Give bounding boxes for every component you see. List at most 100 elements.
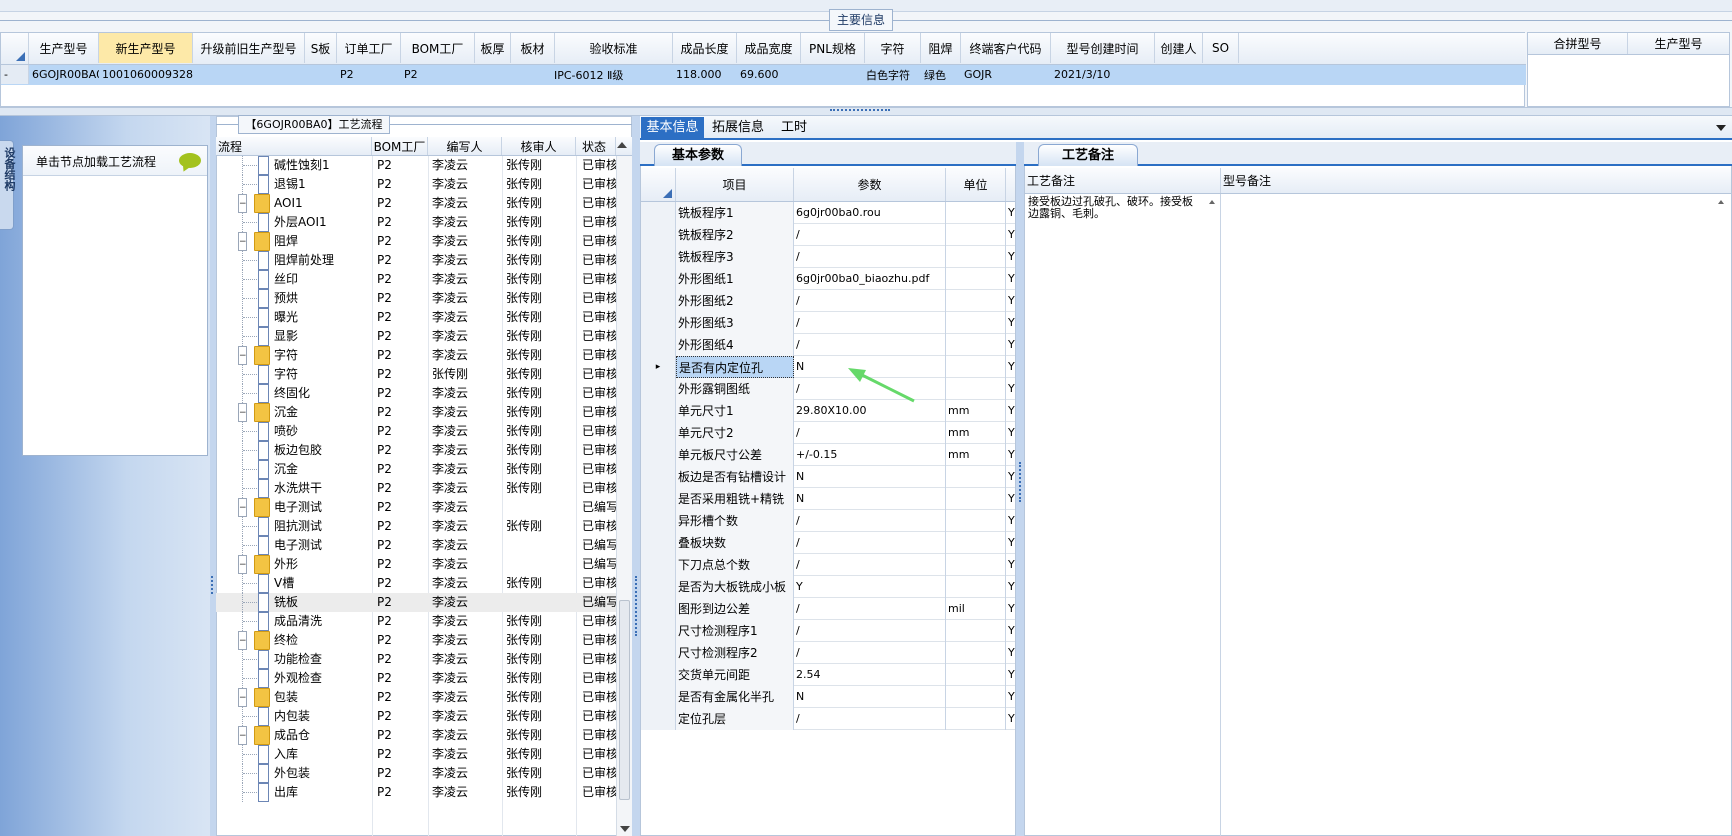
col-header[interactable]: 生产型号	[1628, 33, 1729, 54]
param-value-cell[interactable]: /	[794, 246, 946, 268]
cell[interactable]: 2021/3/10	[1051, 65, 1155, 84]
param-row[interactable]: 单元尺寸1 29.80X10.00 mm Y	[641, 400, 1015, 422]
param-value-cell[interactable]: 6g0jr00ba0_biaozhu.pdf	[794, 268, 946, 290]
tab-basic-info[interactable]: 基本信息	[641, 117, 704, 139]
tree-row[interactable]: 出库 P2 李凌云 张传刚 已审核	[216, 783, 616, 802]
tree-row[interactable]: 电子测试 P2 李凌云 已编写	[216, 536, 616, 555]
tree-row[interactable]: 丝印 P2 李凌云 张传刚 已审核	[216, 270, 616, 289]
node-card-header[interactable]: 单击节点加载工艺流程	[23, 146, 207, 176]
param-value-cell[interactable]: /	[794, 224, 946, 246]
tree-row[interactable]: 板边包胶 P2 李凌云 张传刚 已审核	[216, 441, 616, 460]
tree-row[interactable]: 外包装 P2 李凌云 张传刚 已审核	[216, 764, 616, 783]
param-row[interactable]: 尺寸检测程序1/ Y	[641, 620, 1015, 642]
tab-extended-info[interactable]: 拓展信息	[706, 117, 770, 139]
col-header[interactable]: 生产型号	[29, 33, 99, 63]
tree-row[interactable]: 显影 P2 李凌云 张传刚 已审核	[216, 327, 616, 346]
col-header[interactable]: 终端客户代码	[961, 33, 1051, 63]
param-value-cell[interactable]: N	[794, 488, 946, 510]
model-note-textarea[interactable]	[1222, 194, 1731, 836]
cell[interactable]: IPC-6012 Ⅱ级	[551, 65, 673, 84]
tree-row[interactable]: 功能检查 P2 李凌云 张传刚 已审核	[216, 650, 616, 669]
param-row[interactable]: 板边是否有钻槽设计 N Y	[641, 466, 1015, 488]
col-header[interactable]: 合拼型号	[1528, 33, 1628, 54]
tab-dropdown-icon[interactable]	[1716, 125, 1726, 131]
param-row[interactable]: 下刀点总个数 / Y	[641, 554, 1015, 576]
left-vertical-tab[interactable]: 设备结构	[0, 140, 16, 230]
tree-row[interactable]: 铣板 P2 李凌云 已编写	[216, 593, 616, 612]
tree-row[interactable]: − 阻焊 P2 李凌云 张传刚 已审核	[216, 232, 616, 251]
col-header[interactable]: BOM工厂	[372, 137, 428, 155]
col-header[interactable]: SO	[1203, 33, 1239, 63]
param-row[interactable]: 铣板程序2/ Y	[641, 224, 1015, 246]
tree-row[interactable]: 外观检查 P2 李凌云 张传刚 已审核	[216, 669, 616, 688]
tree-row[interactable]: 成品清洗 P2 李凌云 张传刚 已审核	[216, 612, 616, 631]
param-row[interactable]: 交货单元间距 2.54 Y	[641, 664, 1015, 686]
param-value-cell[interactable]: /	[794, 290, 946, 312]
param-value-cell[interactable]: 2.54	[794, 664, 946, 686]
tree-row[interactable]: 曝光 P2 李凌云 张传刚 已审核	[216, 308, 616, 327]
param-value-cell[interactable]: /	[794, 642, 946, 664]
cell[interactable]: 69.600	[737, 65, 801, 84]
subtab-basic-params[interactable]: 基本参数	[654, 144, 742, 166]
param-value-cell[interactable]: /	[794, 312, 946, 334]
collapse-toggle-icon[interactable]: −	[238, 726, 247, 745]
param-value-cell[interactable]: /	[794, 708, 946, 730]
tree-row[interactable]: − 沉金 P2 李凌云 张传刚 已审核	[216, 403, 616, 422]
param-value-cell[interactable]: Y	[794, 576, 946, 598]
param-value-cell[interactable]: N	[794, 686, 946, 708]
param-row[interactable]: 铣板程序1 6g0jr00ba0.rou Y	[641, 202, 1015, 224]
col-header[interactable]: PNL规格	[801, 33, 865, 63]
cell[interactable]	[475, 65, 511, 84]
cell[interactable]	[305, 65, 337, 84]
collapse-toggle-icon[interactable]: −	[238, 688, 247, 707]
param-value-cell[interactable]: /	[794, 554, 946, 576]
col-header[interactable]: 型号备注	[1221, 168, 1731, 193]
param-value-cell[interactable]: /	[794, 334, 946, 356]
cell[interactable]	[801, 65, 865, 84]
param-value-cell[interactable]: /	[794, 532, 946, 554]
tree-row[interactable]: − AOI1 P2 李凌云 张传刚 已审核	[216, 194, 616, 213]
col-header[interactable]: 核审人	[502, 137, 576, 155]
cell[interactable]: 10010600093288	[99, 65, 193, 84]
col-header[interactable]: 创建人	[1155, 33, 1203, 63]
cell[interactable]: P2	[401, 65, 475, 84]
col-header[interactable]: 成品宽度	[737, 33, 801, 63]
col-header[interactable]: 板厚	[475, 33, 511, 63]
cell[interactable]: 白色字符	[863, 65, 921, 84]
param-value-cell[interactable]: 6g0jr00ba0.rou	[794, 202, 946, 224]
cell[interactable]	[1155, 65, 1203, 84]
middle-splitter[interactable]	[632, 116, 640, 836]
param-row[interactable]: 图形到边公差 / mil Y	[641, 598, 1015, 620]
process-scrollbar[interactable]	[616, 156, 632, 836]
process-note-textarea[interactable]: 接受板边过孔破孔、破环。接受板边露铜、毛刺。	[1025, 194, 1221, 836]
collapse-toggle-icon[interactable]: −	[238, 403, 247, 422]
cell[interactable]	[193, 65, 305, 84]
main-info-row[interactable]: - 6GOJR00BA0 10010600093288 P2 P2 IPC-60…	[1, 65, 1526, 85]
note-scroll-up-icon[interactable]	[1209, 200, 1215, 204]
param-row[interactable]: 是否为大板铣成小板 Y Y	[641, 576, 1015, 598]
col-header[interactable]: 编写人	[428, 137, 502, 155]
tree-row[interactable]: 沉金 P2 李凌云 张传刚 已审核	[216, 460, 616, 479]
tree-row[interactable]: V槽 P2 李凌云 张传刚 已审核	[216, 574, 616, 593]
collapse-toggle-icon[interactable]: −	[238, 631, 247, 650]
tree-row[interactable]: 阻抗测试 P2 李凌云 张传刚 已审核	[216, 517, 616, 536]
param-value-cell[interactable]: /	[794, 510, 946, 532]
param-row[interactable]: 单元板尺寸公差 +/-0.15 mm Y	[641, 444, 1015, 466]
col-header[interactable]: BOM工厂	[401, 33, 475, 63]
param-row[interactable]: 是否有金属化半孔 N Y	[641, 686, 1015, 708]
col-header[interactable]: 验收标准	[555, 33, 673, 63]
scrollbar-thumb[interactable]	[619, 600, 630, 800]
tree-row[interactable]: − 包装 P2 李凌云 张传刚 已审核	[216, 688, 616, 707]
tree-row[interactable]: 阻焊前处理 P2 李凌云 张传刚 已审核	[216, 251, 616, 270]
param-row[interactable]: 异形槽个数 / Y	[641, 510, 1015, 532]
tree-row[interactable]: 水洗烘干 P2 李凌云 张传刚 已审核	[216, 479, 616, 498]
param-value-cell[interactable]: /	[794, 422, 946, 444]
param-value-cell[interactable]: +/-0.15	[794, 444, 946, 466]
tree-row[interactable]: 预烘 P2 李凌云 张传刚 已审核	[216, 289, 616, 308]
right-splitter[interactable]	[1016, 142, 1024, 836]
col-header[interactable]: 型号创建时间	[1051, 33, 1155, 63]
col-header[interactable]: 板材	[511, 33, 555, 63]
cell[interactable]: GOJR	[961, 65, 1051, 84]
col-header[interactable]: 流程	[216, 137, 372, 155]
collapse-toggle-icon[interactable]: −	[238, 232, 247, 251]
